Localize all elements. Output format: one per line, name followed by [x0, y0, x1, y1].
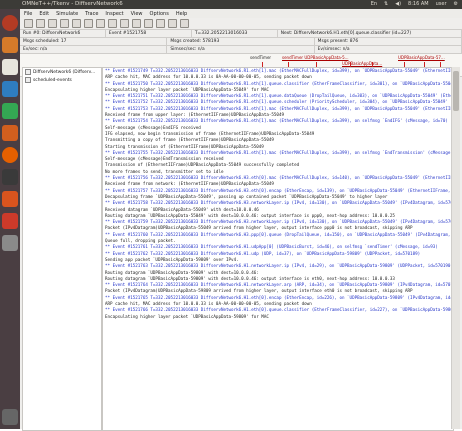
toolbar — [20, 18, 462, 30]
object-tree: DiffservNetwork6 (Diffserv... scheduled-… — [22, 67, 102, 431]
log-event-line: ** Event #1521761 T=332.2052213016033 Di… — [105, 244, 438, 250]
vertical-scrollbar[interactable] — [451, 67, 460, 429]
until-button[interactable] — [120, 19, 129, 28]
ev-per-simsec: Ev/simsec: n/a — [315, 46, 462, 53]
menu-help[interactable]: Help — [176, 11, 187, 17]
timeline-label: sendTimer — [250, 55, 272, 60]
express-run-button[interactable] — [108, 19, 117, 28]
menu-file[interactable]: File — [24, 11, 32, 17]
open-button[interactable] — [48, 19, 57, 28]
log-message-line: Packet (IPv4Datagram)UDPBasicAppData-550… — [105, 225, 413, 231]
system-tray[interactable]: En ⇅ ◀) 8:16 AM user ⚙ — [371, 1, 458, 7]
impress-icon[interactable] — [2, 125, 18, 141]
user-menu[interactable]: user — [436, 1, 447, 7]
fast-run-button[interactable] — [96, 19, 105, 28]
menu-edit[interactable]: Edit — [39, 11, 49, 17]
log-event-line: ** Event #1521752 T=332.2052213016033 Di… — [105, 99, 453, 105]
step-button[interactable] — [72, 19, 81, 28]
msgs-scheduled: Msgs scheduled: 17 — [20, 38, 168, 45]
options-button[interactable] — [180, 19, 189, 28]
eventlog-button[interactable] — [168, 19, 177, 28]
menu-bar: File Edit Simulate Trace Inspect View Op… — [20, 9, 462, 18]
dash-home-icon[interactable] — [2, 15, 18, 31]
network-icon[interactable]: ⇅ — [384, 1, 388, 7]
run-info: Run #0: DiffservNetwork6 — [20, 30, 106, 37]
gear-icon[interactable]: ⚙ — [454, 1, 458, 7]
new-run-button[interactable] — [24, 19, 33, 28]
expand-icon[interactable] — [25, 77, 31, 83]
log-event-line: ** Event #1521750 T=332.2052213016033 Di… — [105, 80, 454, 86]
tree-item-label: scheduled-events — [33, 77, 72, 83]
load-ned-button[interactable] — [36, 19, 45, 28]
writer-icon[interactable] — [2, 81, 18, 97]
network-button[interactable] — [156, 19, 165, 28]
settings-icon[interactable] — [2, 235, 18, 251]
calc-icon[interactable] — [2, 103, 18, 119]
log-event-line: ** Event #1521758 T=332.2052213016033 Di… — [105, 200, 454, 206]
log-event-line: ** Event #1521763 T=332.2052213016033 Di… — [105, 263, 453, 269]
menu-simulate[interactable]: Simulate — [56, 11, 78, 17]
main-pane: DiffservNetwork6 (Diffserv... scheduled-… — [20, 67, 462, 431]
scrollbar-thumb[interactable] — [453, 71, 459, 111]
trash-icon[interactable] — [2, 409, 18, 425]
tkenv-window: File Edit Simulate Trace Inspect View Op… — [20, 9, 462, 431]
terminal-icon[interactable] — [2, 169, 18, 185]
timeline-label: UDPBasicAppData... — [342, 61, 383, 66]
tree-item-label: DiffservNetwork6 (Diffserv... — [33, 69, 96, 75]
document-icon[interactable] — [2, 59, 18, 75]
keyboard-layout-indicator[interactable]: En — [371, 1, 377, 7]
volume-icon[interactable]: ◀) — [395, 1, 401, 7]
stop-button[interactable] — [132, 19, 141, 28]
status-row-2: Msgs scheduled: 17 Msgs created: 578193 … — [20, 38, 462, 46]
simsec-per-sec: Simsec/sec: n/a — [167, 46, 315, 53]
save-button[interactable] — [60, 19, 69, 28]
log-event-line: ** Event #1521766 T=332.2052213016033 Di… — [105, 307, 454, 313]
system-top-bar: OMNeT++/Tkenv - DiffservNetwork6 En ⇅ ◀)… — [0, 0, 462, 9]
log-event-line: ** Event #1521757 T=332.2052213016033 Di… — [105, 187, 454, 193]
tree-item[interactable]: scheduled-events — [23, 76, 101, 84]
log-event-line: ** Event #1521754 T=332.2052213016033 Di… — [105, 118, 448, 124]
firefox-icon[interactable] — [2, 147, 18, 163]
tree-item[interactable]: DiffservNetwork6 (Diffserv... — [23, 68, 101, 76]
event-log[interactable]: ** Event #1521749 T=332.2052213016033 Di… — [102, 67, 454, 431]
msgs-created: Msgs created: 578193 — [167, 38, 315, 45]
clock[interactable]: 8:16 AM — [408, 1, 429, 7]
software-center-icon[interactable] — [2, 191, 18, 207]
find-button[interactable] — [144, 19, 153, 28]
status-row-1: Run #0: DiffservNetwork6 Event #1521758 … — [20, 30, 462, 38]
status-row-3: Ev/sec: n/a Simsec/sec: n/a Ev/simsec: n… — [20, 46, 462, 54]
log-message-line: Packet (IPv4Datagram)UDPBasicAppData-598… — [105, 288, 413, 294]
menu-trace[interactable]: Trace — [85, 11, 98, 17]
omnet-icon[interactable] — [2, 213, 18, 229]
unity-launcher — [0, 9, 20, 429]
timeline-label: UDPBasicAppData-57... — [398, 55, 445, 60]
menu-view[interactable]: View — [131, 11, 143, 17]
sim-time: T=332.2052213016033 — [192, 30, 278, 37]
next-event: Next: DiffservNetwork6.H1.eth[0].queue.c… — [278, 30, 462, 37]
log-message-line: Encapsulating higher layer packet `UDPBa… — [105, 313, 269, 319]
log-event-line: ** Event #1521762 T=332.2052213016033 Di… — [105, 250, 421, 256]
msgs-present: Msgs present: 876 — [315, 38, 462, 45]
window-title: OMNeT++/Tkenv - DiffservNetwork6 — [22, 1, 123, 7]
menu-options[interactable]: Options — [150, 11, 169, 17]
files-icon[interactable] — [2, 37, 18, 53]
menu-inspect[interactable]: Inspect — [105, 11, 123, 17]
run-button[interactable] — [84, 19, 93, 28]
event-number: Event #1521758 — [106, 30, 192, 37]
ev-per-sec: Ev/sec: n/a — [20, 46, 168, 53]
timeline-label: sendTimer UDPBasicAppData-5... — [282, 55, 349, 60]
expand-icon[interactable] — [25, 69, 31, 75]
